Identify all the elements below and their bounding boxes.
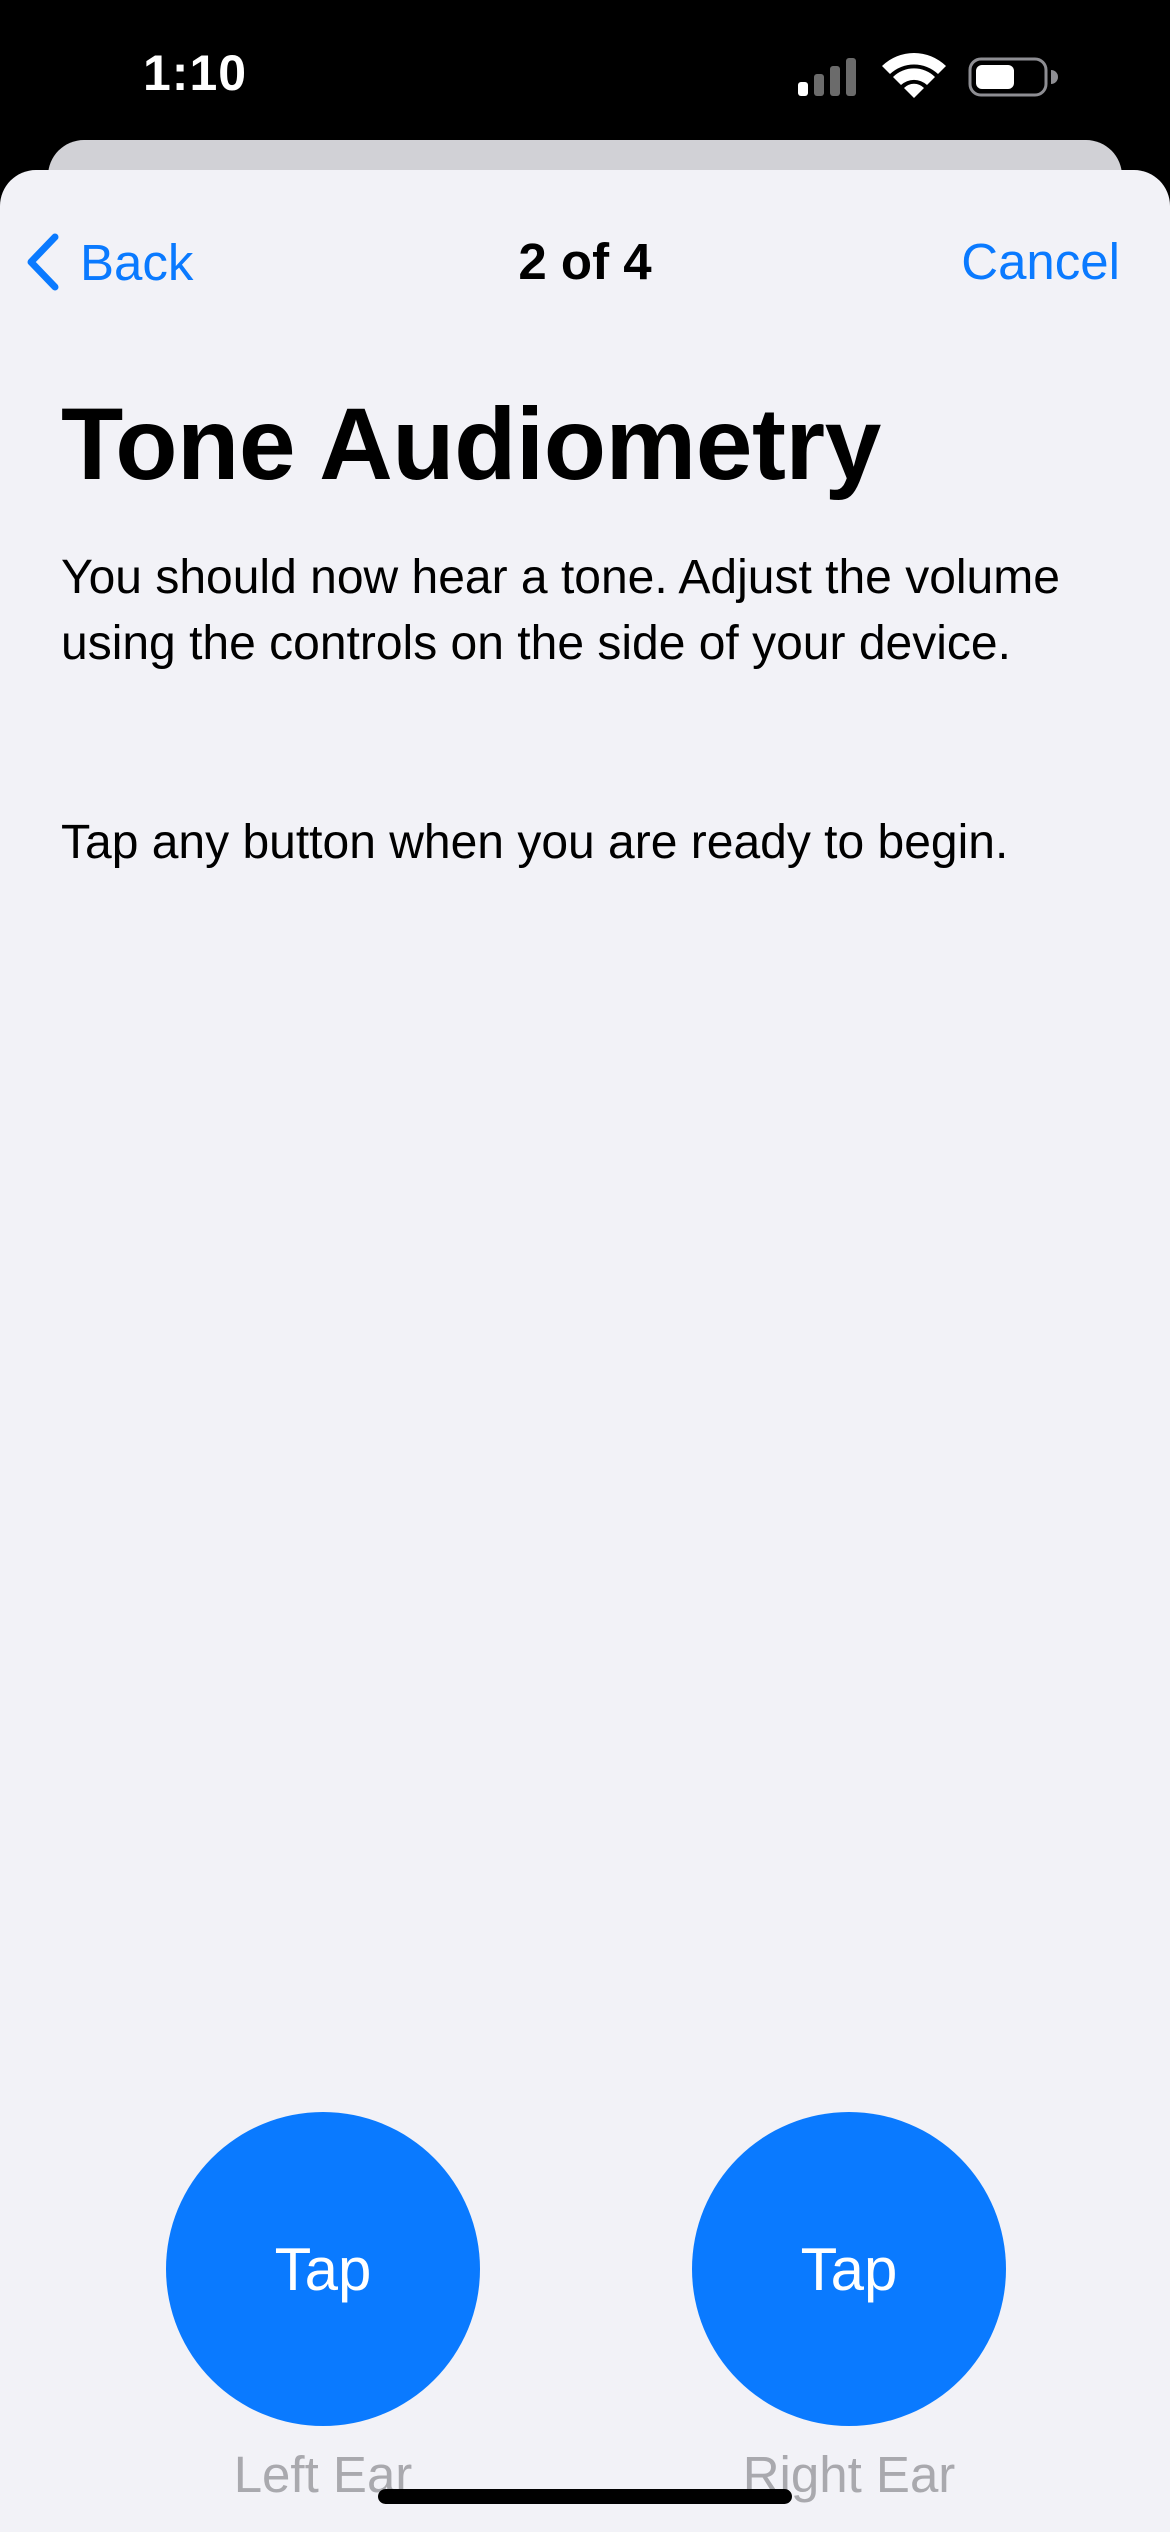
modal-sheet: Back 2 of 4 Cancel Tone Audiometry You s…	[0, 170, 1170, 2532]
right-ear-tap-button[interactable]: Tap	[692, 2112, 1006, 2426]
left-ear-tap-button[interactable]: Tap	[166, 2112, 480, 2426]
status-time: 1:10	[143, 45, 248, 101]
instruction-text: You should now hear a tone. Adjust the v…	[61, 551, 1060, 670]
left-ear-control: Tap Left Ear	[166, 2112, 480, 2510]
status-icons	[798, 53, 1058, 98]
wifi-icon	[882, 53, 946, 98]
chevron-left-icon	[27, 233, 59, 291]
status-bar: 1:10	[0, 0, 1170, 140]
home-indicator[interactable]	[378, 2489, 792, 2504]
page-title: Tone Audiometry	[61, 387, 881, 501]
cancel-button[interactable]: Cancel	[961, 222, 1120, 302]
back-button-label: Back	[80, 233, 194, 291]
battery-icon	[968, 57, 1058, 97]
back-button[interactable]: Back	[26, 222, 193, 302]
right-ear-control: Tap Right Ear	[692, 2112, 1006, 2510]
prompt-text: Tap any button when you are ready to beg…	[61, 816, 1009, 869]
cellular-signal-icon	[798, 58, 856, 96]
